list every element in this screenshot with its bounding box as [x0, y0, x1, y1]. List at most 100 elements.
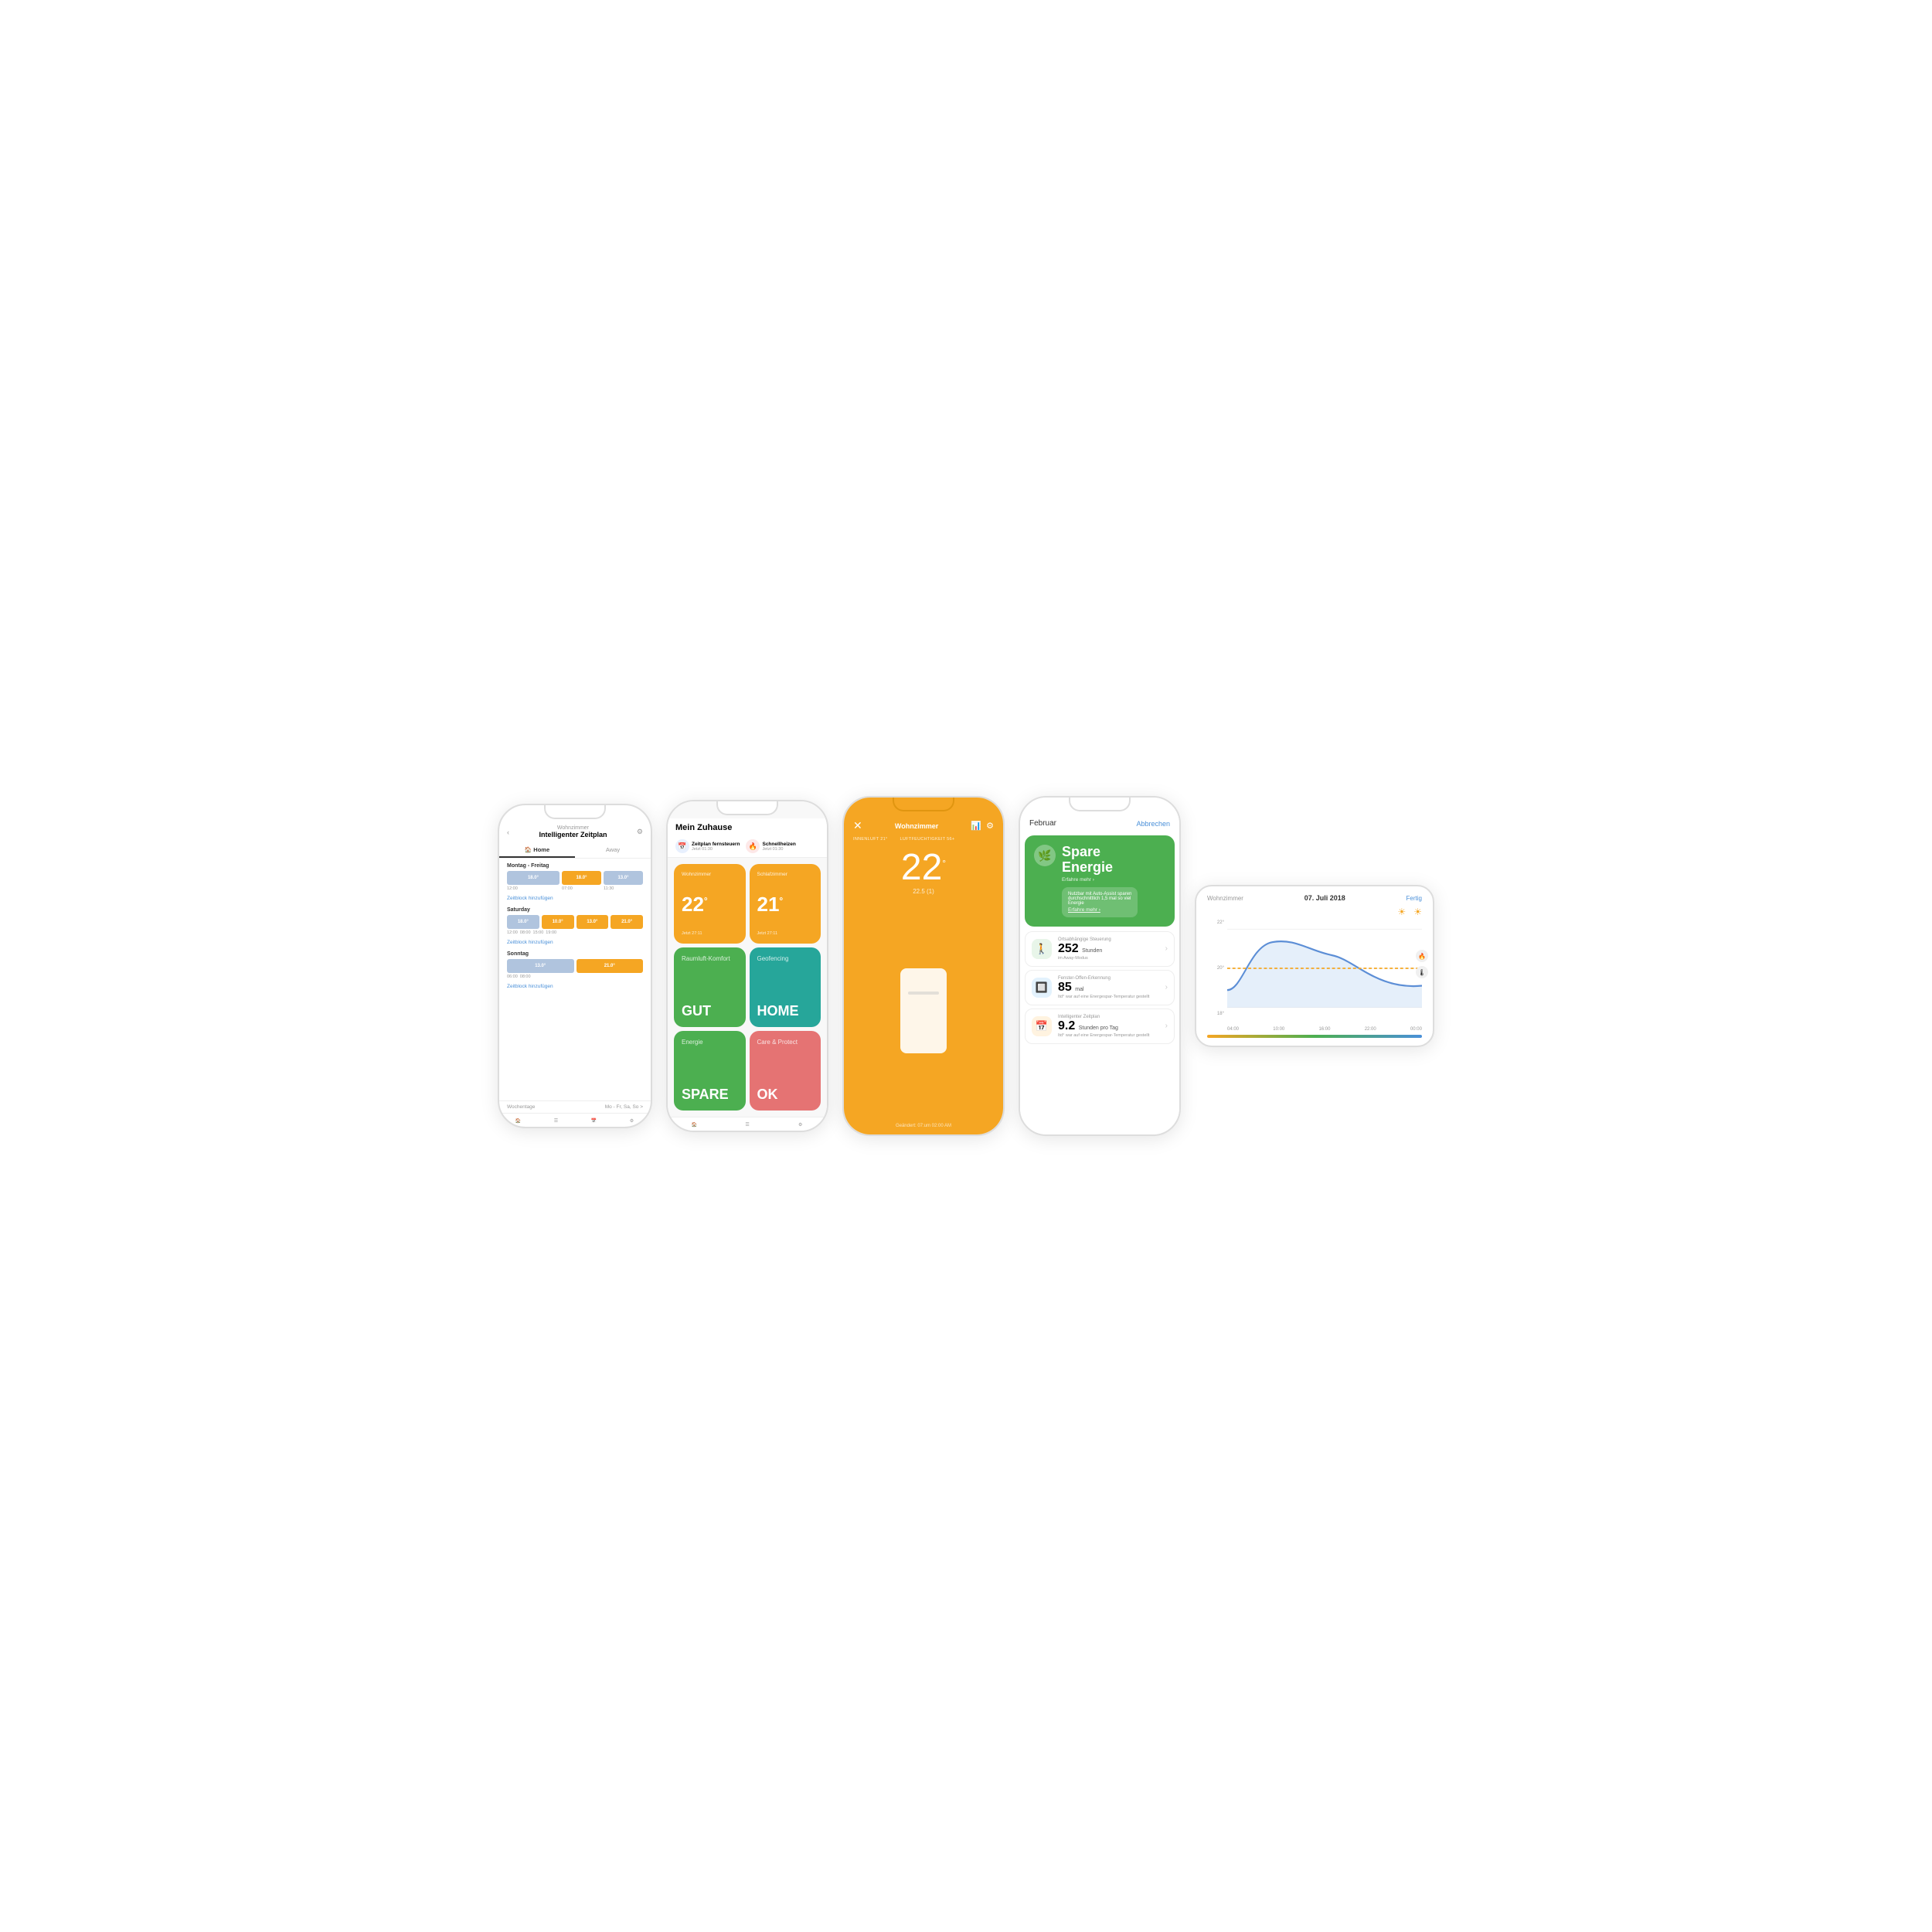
- p4-card-window[interactable]: 🔲 Fenster-Offen-Erkennung 85 mal Itd° wa…: [1025, 970, 1175, 1005]
- p1-nav-settings[interactable]: ⚙: [613, 1118, 651, 1124]
- tablet-y-labels: 22° 20° 18°: [1207, 920, 1224, 1016]
- p2-quick-action-schedule[interactable]: 📅 Zeitplan fernsteuern Jetzt 01:30: [675, 839, 740, 853]
- tablet-x-labels: 04:00 10:00 16:00 22:00 00:00: [1227, 1027, 1422, 1032]
- p1-section-sunday: Sonntag: [499, 948, 651, 958]
- p1-block-1-2[interactable]: 13.0°: [577, 915, 609, 929]
- p4-hero: 🌿 SpareEnergie Erfahre mehr › Nutzbar mi…: [1025, 835, 1175, 927]
- p3-radiator-stripe: [908, 992, 939, 995]
- p4-tip-link[interactable]: Erfahre mehr ›: [1068, 907, 1131, 913]
- tablet-color-bar: [1207, 1035, 1422, 1038]
- p4-header: Februar Abbrechen: [1020, 815, 1179, 831]
- p4-card-location-desc: im Away-Modus: [1058, 956, 1111, 961]
- p1-section-weekday: Montag - Freitag: [499, 860, 651, 870]
- p2-tile-spare-value: SPARE: [682, 1087, 738, 1103]
- p4-cards: 🚶 Ortsabhängige Steuerung 252 Stunden im…: [1020, 931, 1179, 1044]
- p2-tile-spare[interactable]: Energie SPARE: [674, 1031, 746, 1111]
- p1-wochentage: Wochentage Mo - Fr, Sa, So >: [499, 1100, 651, 1113]
- p4-abbrechen[interactable]: Abbrechen: [1136, 820, 1170, 828]
- p1-wochentage-value[interactable]: Mo - Fr, Sa, So >: [605, 1104, 643, 1110]
- p4-card-schedule-desc: Itd° war auf eine Energespar-Temperatur …: [1058, 1033, 1149, 1038]
- p1-tabs: 🏠 Home Away: [499, 843, 651, 859]
- p1-nav-menu[interactable]: ☰: [537, 1118, 575, 1124]
- p2-tile-living-time: Jetzt 27:11: [682, 931, 738, 936]
- tablet-svg: [1227, 920, 1422, 1016]
- p2-tile-geofencing[interactable]: Geofencing HOME: [750, 947, 821, 1027]
- p1-bottom-nav: 🏠 ☰ 📅 ⚙: [499, 1113, 651, 1127]
- p2-heat-label: Schnellheizen Jetzt 01:30: [762, 842, 795, 852]
- p2-tile-geofencing-label: Geofencing: [757, 955, 814, 962]
- p1-wochentage-label: Wochentage: [507, 1104, 535, 1110]
- phone-1-content: ‹ Wohnzimmer Intelligenter Zeitplan ⚙ 🏠 …: [499, 805, 651, 1127]
- phone-2-content: Mein Zuhause 📅 Zeitplan fernsteuern Jetz…: [668, 801, 827, 1131]
- p2-schedule-icon: 📅: [675, 839, 689, 853]
- p1-block-1-3[interactable]: 21.0°: [611, 915, 643, 929]
- p2-tile-bedroom-temp: 21°: [757, 894, 814, 914]
- tablet-side-icon-1[interactable]: 🔥: [1416, 950, 1428, 962]
- p4-card-location-value: 252 Stunden: [1058, 942, 1111, 956]
- p2-tile-grid: Wohnzimmer 22° Jetzt 27:11 Schlafzimmer …: [668, 858, 827, 1117]
- p1-add-link-2[interactable]: Zeitblock hinzufügen: [499, 982, 651, 992]
- p1-time-label-0-0: 12:00: [507, 886, 560, 891]
- p1-block-0-2[interactable]: 13.0°: [604, 871, 643, 885]
- tablet-y-20: 20°: [1207, 966, 1224, 971]
- p3-settings-icon[interactable]: ⚙: [986, 821, 994, 831]
- p1-block-1-1[interactable]: 10.0°: [542, 915, 574, 929]
- phone-4-content: Februar Abbrechen 🌿 SpareEnergie Erfahre…: [1020, 798, 1179, 1134]
- p1-add-link-1[interactable]: Zeitblock hinzufügen: [499, 938, 651, 948]
- p1-settings-icon[interactable]: ⚙: [637, 828, 643, 836]
- p3-device-visual: [844, 901, 1003, 1121]
- p2-tile-living-temp: 22°: [682, 894, 738, 914]
- p1-add-link-0[interactable]: Zeitblock hinzufügen: [499, 894, 651, 904]
- p4-card-window-chevron: ›: [1165, 983, 1168, 992]
- p2-nav-home[interactable]: 🏠: [668, 1122, 721, 1128]
- tablet-sun-icon-1: ☀: [1397, 906, 1406, 917]
- p2-schedule-text: Zeitplan fernsteuern: [692, 842, 740, 847]
- p2-tile-comfort[interactable]: Raumluft-Komfort GUT: [674, 947, 746, 1027]
- p1-time-label-1-3: 19:00: [546, 930, 556, 935]
- tablet-sun-icons: ☀ ☀: [1207, 906, 1422, 917]
- tablet-side-icon-2[interactable]: 🌡: [1416, 966, 1428, 978]
- p2-schedule-time: Jetzt 01:30: [692, 847, 740, 852]
- p4-card-window-desc: Itd° war auf eine Energespar-Temperatur …: [1058, 995, 1149, 999]
- p1-block-0-0[interactable]: 18.0°: [507, 871, 560, 885]
- p4-card-schedule[interactable]: 📅 Intelligenter Zeitplan 9.2 Stunden pro…: [1025, 1009, 1175, 1044]
- p3-temp-value: 22: [901, 847, 942, 888]
- tablet-header: Wohnzimmer 07. Juli 2018 Fertig: [1207, 894, 1422, 902]
- p1-tab-away[interactable]: Away: [575, 843, 651, 858]
- phone-energy: Februar Abbrechen 🌿 SpareEnergie Erfahre…: [1019, 796, 1181, 1136]
- p3-close-icon[interactable]: ✕: [853, 819, 862, 832]
- p2-quick-action-heat[interactable]: 🔥 Schnellheizen Jetzt 01:30: [746, 839, 795, 853]
- p3-chart-icon[interactable]: 📊: [971, 821, 981, 831]
- p2-nav-menu[interactable]: ☰: [721, 1122, 774, 1128]
- p3-stat-humidity: LUFTFEUCHTIGKEIT 56+: [900, 837, 955, 842]
- p2-tile-geofencing-value: HOME: [757, 1003, 814, 1019]
- p1-tab-home[interactable]: 🏠 Home: [499, 843, 575, 858]
- p3-stats: INNENLUFT 21° LUFTFEUCHTIGKEIT 56+: [844, 835, 1003, 845]
- tablet-header-room: Wohnzimmer: [1207, 895, 1243, 902]
- phone-3-notch: [893, 798, 954, 811]
- p1-nav-home[interactable]: 🏠: [499, 1118, 537, 1124]
- p2-tile-living[interactable]: Wohnzimmer 22° Jetzt 27:11: [674, 864, 746, 944]
- p1-block-2-1[interactable]: 21.0°: [577, 959, 644, 973]
- phone-1-notch: [544, 805, 606, 819]
- p2-tile-bedroom-label: Schlafzimmer: [757, 872, 814, 877]
- p1-nav-calendar[interactable]: 📅: [575, 1118, 613, 1124]
- p2-nav-settings[interactable]: ⚙: [774, 1122, 827, 1128]
- devices-container: ‹ Wohnzimmer Intelligenter Zeitplan ⚙ 🏠 …: [467, 765, 1465, 1167]
- p2-tile-bedroom[interactable]: Schlafzimmer 21° Jetzt 27:11: [750, 864, 821, 944]
- tablet-x-1: 10:00: [1273, 1027, 1284, 1032]
- p2-tile-ok-value: OK: [757, 1087, 814, 1103]
- p4-card-schedule-chevron: ›: [1165, 1022, 1168, 1030]
- p1-block-2-0[interactable]: 13.0°: [507, 959, 574, 973]
- p3-stat-humidity-label: LUFTFEUCHTIGKEIT 56+: [900, 837, 955, 842]
- tablet-done-button[interactable]: Fertig: [1406, 895, 1422, 902]
- p4-card-schedule-value: 9.2 Stunden pro Tag: [1058, 1019, 1149, 1033]
- p2-tile-ok[interactable]: Care & Protect OK: [750, 1031, 821, 1111]
- p1-block-1-0[interactable]: 18.0°: [507, 915, 539, 929]
- p4-card-location[interactable]: 🚶 Ortsabhängige Steuerung 252 Stunden im…: [1025, 931, 1175, 967]
- tablet-y-22: 22°: [1207, 920, 1224, 925]
- p1-block-0-1[interactable]: 18.0°: [562, 871, 601, 885]
- p4-card-window-icon: 🔲: [1032, 978, 1052, 998]
- p4-card-location-num: 252: [1058, 942, 1079, 955]
- p4-hero-desc: Erfahre mehr ›: [1062, 877, 1138, 883]
